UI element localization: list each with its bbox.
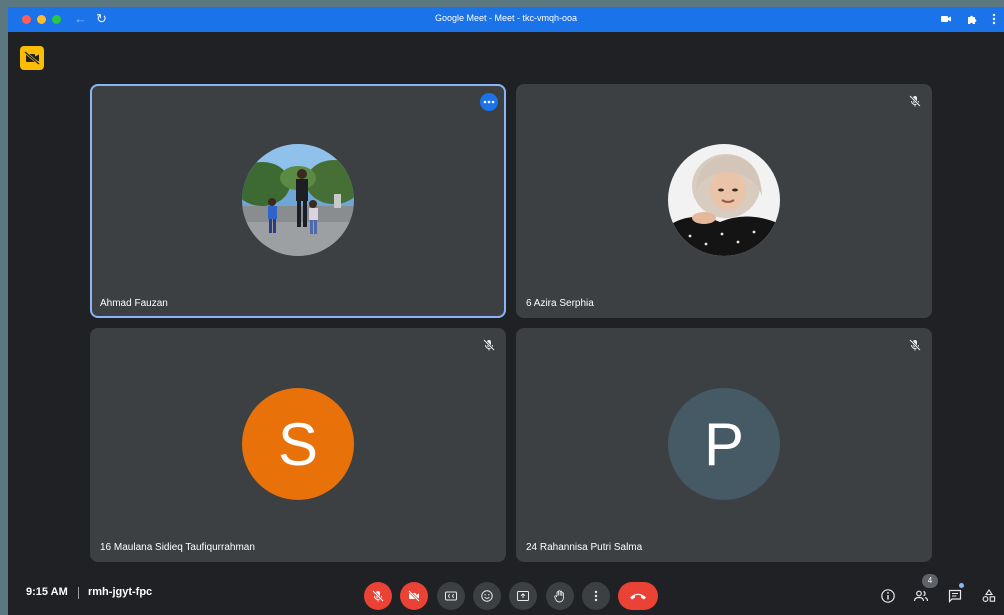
- raise-hand-button[interactable]: [546, 582, 574, 610]
- avatar: S: [242, 388, 354, 500]
- participant-name: 6 Azira Serphia: [526, 298, 594, 309]
- avatar: [668, 144, 780, 256]
- hand-icon: [554, 590, 564, 603]
- participant-tile[interactable]: P 24 Rahannisa Putri Salma: [516, 328, 932, 562]
- more-icon: [594, 590, 598, 602]
- captions-icon: [445, 591, 457, 601]
- mic-off-icon: [372, 590, 384, 602]
- people-icon[interactable]: [913, 588, 929, 604]
- profile-photo: [242, 144, 354, 256]
- camera-icon[interactable]: [939, 12, 953, 26]
- chat-icon[interactable]: [947, 588, 963, 604]
- more-icon: [483, 100, 495, 104]
- present-icon: [517, 591, 529, 601]
- participant-name: 24 Rahannisa Putri Salma: [526, 542, 643, 553]
- avatar: [242, 144, 354, 256]
- mic-off-icon: [483, 339, 495, 351]
- more-icon[interactable]: [987, 12, 1001, 26]
- microphone-toggle-button[interactable]: [364, 582, 392, 610]
- avatar: P: [668, 388, 780, 500]
- emoji-icon: [481, 590, 493, 602]
- camera-toggle-button[interactable]: [400, 582, 428, 610]
- camera-off-icon: [408, 590, 420, 602]
- meeting-code: rmh-jgyt-fpc: [88, 586, 153, 598]
- chat-notification-dot: [959, 583, 964, 588]
- browser-window: ← ↻ Google Meet - Meet - tkc-vmqh-ooa Ah…: [8, 7, 1004, 615]
- bottom-control-bar: 9:15 AM rmh-jgyt-fpc 4: [8, 572, 1004, 615]
- participant-name: 16 Maulana Sidieq Taufiqurrahman: [100, 542, 255, 553]
- title-bar: ← ↻ Google Meet - Meet - tkc-vmqh-ooa: [8, 7, 1004, 32]
- info-icon[interactable]: [880, 588, 896, 604]
- present-screen-button[interactable]: [509, 582, 537, 610]
- more-options-button[interactable]: [582, 582, 610, 610]
- participant-tile[interactable]: Ahmad Fauzan: [90, 84, 506, 318]
- participant-tile[interactable]: S 16 Maulana Sidieq Taufiqurrahman: [90, 328, 506, 562]
- call-end-icon: [630, 593, 646, 600]
- reactions-button[interactable]: [473, 582, 501, 610]
- participant-name: Ahmad Fauzan: [100, 298, 168, 309]
- window-title: Google Meet - Meet - tkc-vmqh-ooa: [434, 13, 578, 23]
- activities-icon[interactable]: [981, 588, 997, 604]
- mic-off-icon: [909, 339, 921, 351]
- more-options-button[interactable]: [480, 93, 498, 111]
- puzzle-icon[interactable]: [965, 12, 979, 26]
- camera-off-badge[interactable]: [20, 46, 44, 70]
- participant-tile[interactable]: 6 Azira Serphia: [516, 84, 932, 318]
- meet-area: Ahmad Fauzan 6 Azira Serphia S 16 Maulan…: [8, 32, 1004, 615]
- leave-call-button[interactable]: [618, 582, 658, 610]
- profile-photo: [668, 144, 780, 256]
- mic-off-icon: [909, 95, 921, 107]
- divider: [78, 587, 79, 599]
- meeting-time: 9:15 AM: [26, 586, 68, 598]
- camera-off-icon: [24, 51, 40, 65]
- participant-count-badge: 4: [922, 574, 938, 588]
- captions-button[interactable]: [437, 582, 465, 610]
